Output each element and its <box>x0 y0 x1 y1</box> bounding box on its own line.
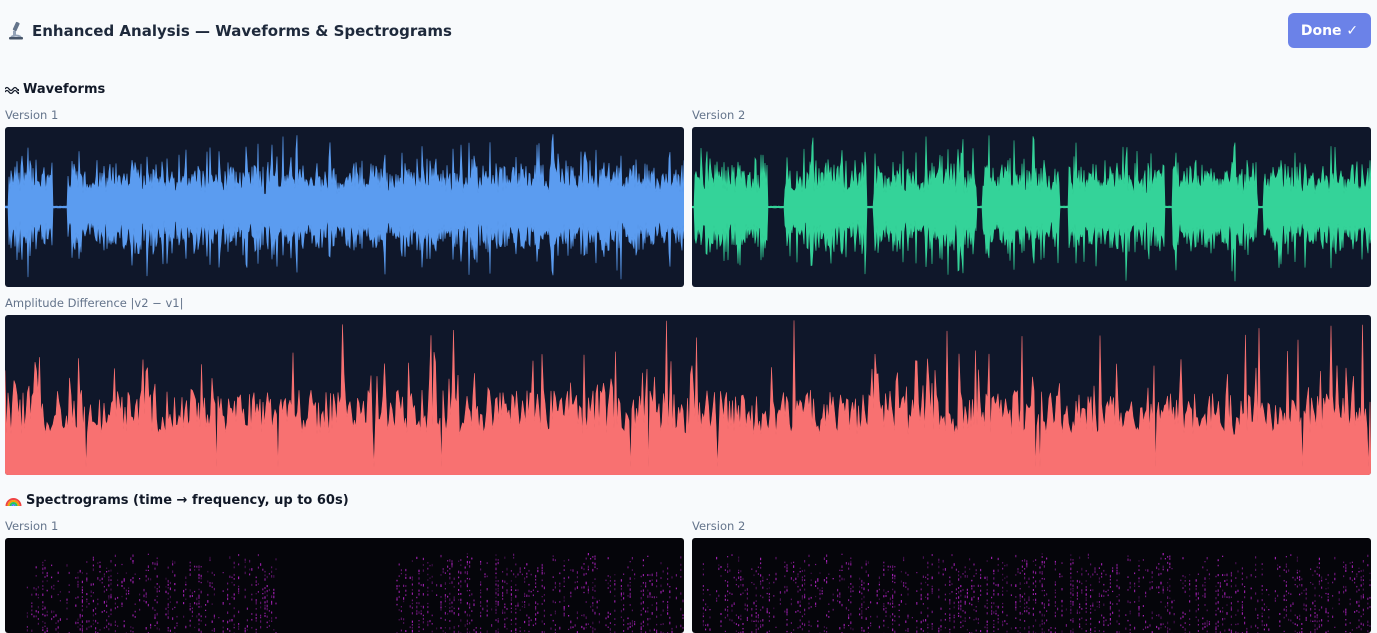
spectrograms-section-title: Spectrograms (time → frequency, up to 60… <box>5 493 349 511</box>
waveform-v2-label: Version 2 <box>692 108 746 122</box>
done-button[interactable]: Done ✓ <box>1288 13 1371 48</box>
spectrogram-v1-canvas <box>5 538 684 633</box>
microscope-icon <box>7 21 25 41</box>
waveform-v1-canvas <box>5 127 684 287</box>
spectrogram-v1-bins <box>26 553 684 633</box>
wave-icon <box>4 84 20 100</box>
difference-canvas <box>5 315 1371 475</box>
rainbow-icon <box>5 495 22 511</box>
spectrogram-v2-plot <box>702 553 1371 633</box>
page-title: Enhanced Analysis — Waveforms & Spectrog… <box>32 22 452 40</box>
waveform-v2-plot <box>692 135 1371 282</box>
spectrogram-v2-bins <box>702 553 1371 633</box>
waveform-v1-plot <box>5 134 684 280</box>
waveform-v1-label: Version 1 <box>5 108 59 122</box>
waveforms-section-label: Waveforms <box>23 82 106 97</box>
difference-trace <box>5 320 1371 475</box>
spectrograms-section-label: Spectrograms (time → frequency, up to 60… <box>26 493 349 508</box>
waveforms-section-title: Waveforms <box>4 82 106 100</box>
spectrogram-v1-plot <box>26 553 684 633</box>
waveform-v2-trace <box>692 135 1371 282</box>
spectrogram-v2-canvas <box>692 538 1371 633</box>
difference-plot <box>5 320 1371 475</box>
waveform-v2-canvas <box>692 127 1371 287</box>
header-bar: Enhanced Analysis — Waveforms & Spectrog… <box>0 0 1377 62</box>
difference-label: Amplitude Difference |v2 − v1| <box>5 296 184 310</box>
spectrogram-v2-label: Version 2 <box>692 519 746 533</box>
spectrogram-v1-label: Version 1 <box>5 519 59 533</box>
